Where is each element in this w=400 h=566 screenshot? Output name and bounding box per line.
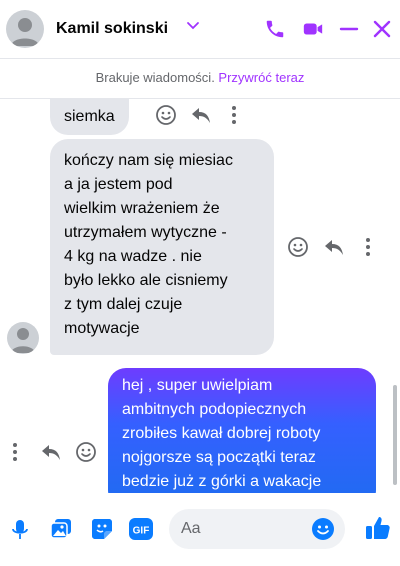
phone-icon[interactable] [264, 18, 286, 45]
message-line: utrzymałem wytyczne - [64, 224, 227, 241]
chat-header: Kamil sokinski [0, 0, 400, 59]
reply-icon[interactable] [190, 104, 212, 131]
missing-messages-banner: Brakuje wiadomości. Przywróć teraz [0, 58, 400, 99]
contact-avatar[interactable] [6, 10, 44, 48]
message-line: kończy nam się miesiac [64, 152, 233, 169]
outgoing-message-bubble[interactable]: hej , super uwielpiam ambitnych podopiec… [108, 368, 376, 493]
emoji-icon[interactable] [311, 517, 335, 546]
message-line: a ja jestem pod [64, 176, 173, 193]
message-line: ambitnych podopiecznych [122, 401, 307, 418]
contact-name[interactable]: Kamil sokinski [56, 20, 168, 38]
message-input[interactable]: Aa [169, 509, 345, 549]
message-line: motywacje [64, 320, 140, 337]
more-options-icon[interactable] [230, 104, 238, 131]
emoji-react-icon[interactable] [155, 104, 177, 131]
scrollbar-thumb[interactable] [393, 385, 397, 485]
emoji-react-icon[interactable] [75, 441, 97, 468]
message-composer: GIF Aa [0, 493, 400, 566]
message-list[interactable]: siemka kończy nam się miesiac a ja jeste… [0, 99, 400, 493]
close-icon[interactable] [371, 18, 393, 45]
reply-icon[interactable] [40, 441, 62, 468]
gif-icon[interactable]: GIF [129, 518, 153, 545]
more-options-icon[interactable] [364, 236, 372, 263]
more-options-icon[interactable] [11, 441, 19, 468]
sticker-icon[interactable] [91, 518, 113, 545]
chevron-down-icon[interactable] [186, 19, 200, 38]
microphone-icon[interactable] [10, 519, 30, 546]
message-line: nojgorsze są początki teraz [122, 449, 316, 466]
video-camera-icon[interactable] [302, 18, 324, 45]
incoming-message-bubble[interactable]: siemka [50, 99, 129, 135]
message-line: z tym dalej czuje [64, 296, 183, 313]
incoming-message-bubble[interactable]: kończy nam się miesiac a ja jestem pod w… [50, 139, 274, 355]
message-line: hej , super uwielpiam [122, 377, 273, 394]
thumbs-up-icon[interactable] [365, 515, 391, 546]
missing-messages-text: Brakuje wiadomości. [95, 70, 219, 85]
emoji-react-icon[interactable] [287, 236, 309, 263]
contact-avatar-small[interactable] [7, 322, 39, 354]
photo-icon[interactable] [50, 518, 72, 545]
gif-label: GIF [133, 526, 150, 537]
message-line: bedzie już z górki a wakacje [122, 473, 322, 490]
message-line: wielkim wrażeniem że [64, 200, 220, 217]
reply-icon[interactable] [323, 236, 345, 263]
message-line: zrobiłes kawał dobrej roboty [122, 425, 321, 442]
message-line: 4 kg na wadze . nie [64, 248, 202, 265]
message-line: siemka [64, 108, 115, 125]
message-line: było lekko ale cisniemy [64, 272, 228, 289]
minimize-icon[interactable] [338, 18, 360, 45]
message-input-placeholder: Aa [181, 520, 201, 537]
restore-now-link[interactable]: Przywróć teraz [218, 70, 304, 85]
